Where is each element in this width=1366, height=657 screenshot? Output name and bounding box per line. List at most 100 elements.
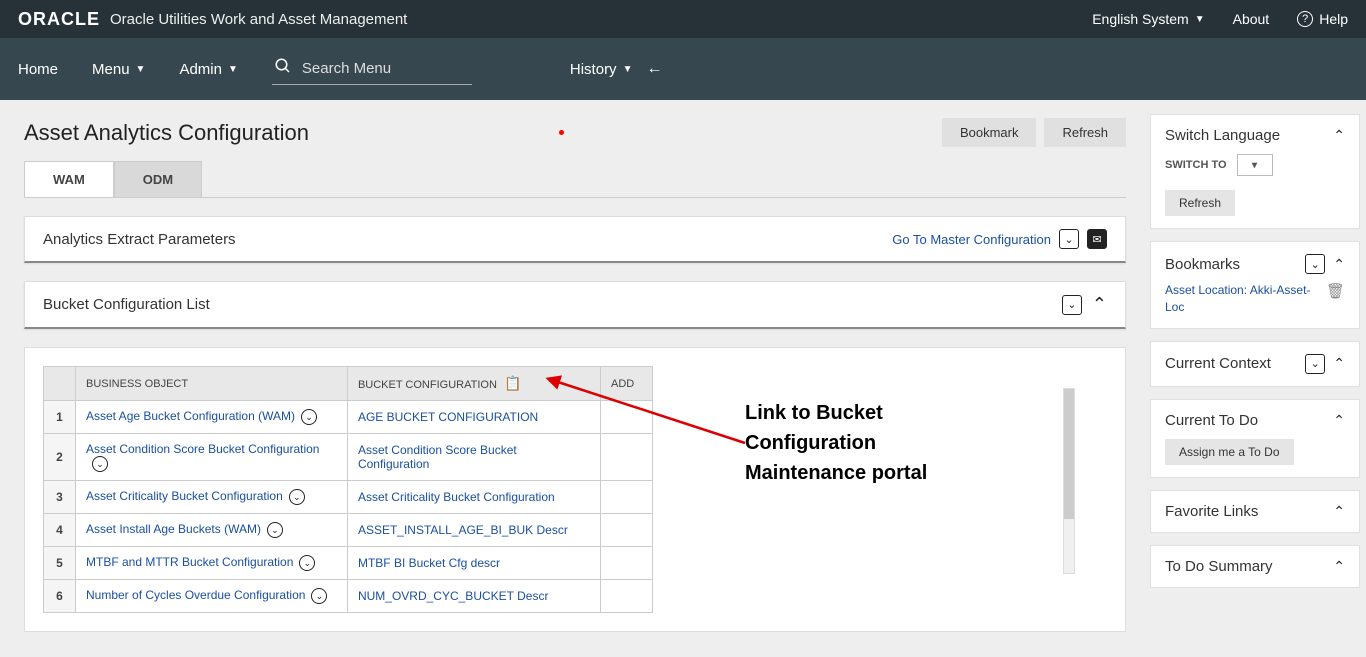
collapse-icon[interactable]: ⌃: [1092, 294, 1107, 315]
collapse-icon[interactable]: ⌃: [1333, 127, 1345, 144]
nav-menu[interactable]: Menu▼: [92, 61, 145, 78]
bucket-table: BUSINESS OBJECT BUCKET CONFIGURATION 📋 A…: [43, 366, 653, 613]
trash-icon[interactable]: 🗑: [1326, 282, 1345, 300]
panel-bucket-config-list: Bucket Configuration List ⌄ ⌃: [24, 281, 1126, 329]
panel-title: Bucket Configuration List: [43, 296, 210, 313]
business-object-link[interactable]: Asset Age Bucket Configuration (WAM): [86, 409, 295, 423]
language-select[interactable]: ▾: [1237, 154, 1273, 176]
dropdown-menu-icon[interactable]: ⌄: [1059, 229, 1079, 249]
collapse-icon[interactable]: ⌃: [1333, 558, 1345, 575]
collapse-icon[interactable]: ⌃: [1333, 355, 1345, 372]
add-cell[interactable]: [601, 547, 653, 580]
row-number: 6: [44, 580, 76, 613]
refresh-language-button[interactable]: Refresh: [1165, 190, 1235, 216]
add-cell[interactable]: [601, 514, 653, 547]
card-title: Current Context: [1165, 355, 1299, 372]
add-cell[interactable]: [601, 481, 653, 514]
bucket-config-link[interactable]: Asset Criticality Bucket Configuration: [358, 490, 555, 504]
bookmark-button[interactable]: Bookmark: [942, 118, 1037, 147]
scrollbar[interactable]: [1063, 388, 1075, 574]
help-icon: ?: [1297, 11, 1313, 27]
chevron-down-icon: ▼: [136, 64, 146, 75]
nav-history[interactable]: History▼ ←: [570, 60, 663, 78]
card-title: Current To Do: [1165, 412, 1333, 429]
search-input[interactable]: [302, 60, 470, 77]
context-menu-icon[interactable]: ⌄: [267, 522, 283, 538]
envelope-icon[interactable]: ✉: [1087, 229, 1107, 249]
business-object-link[interactable]: Number of Cycles Overdue Configuration: [86, 588, 305, 602]
context-menu-icon[interactable]: ⌄: [301, 409, 317, 425]
card-switch-language: Switch Language ⌃ SWITCH TO ▾ Refresh: [1150, 114, 1360, 229]
nav-home[interactable]: Home: [18, 61, 58, 78]
chevron-down-icon: ▼: [1195, 14, 1205, 25]
bucket-config-link[interactable]: Asset Condition Score Bucket Configurati…: [358, 443, 517, 471]
row-number: 5: [44, 547, 76, 580]
app-title: Oracle Utilities Work and Asset Manageme…: [110, 11, 407, 28]
go-to-master-config-link[interactable]: Go To Master Configuration: [892, 232, 1051, 247]
card-bookmarks: Bookmarks ⌄ ⌃ Asset Location: Akki-Asset…: [1150, 241, 1360, 329]
context-menu-icon[interactable]: ⌄: [311, 588, 327, 604]
nav-admin[interactable]: Admin▼: [179, 61, 237, 78]
business-object-link[interactable]: Asset Install Age Buckets (WAM): [86, 522, 261, 536]
bucket-table-container: BUSINESS OBJECT BUCKET CONFIGURATION 📋 A…: [24, 347, 1126, 632]
language-label: English System: [1092, 11, 1188, 27]
about-link[interactable]: About: [1233, 11, 1270, 27]
language-menu[interactable]: English System ▼: [1092, 11, 1204, 27]
add-cell[interactable]: [601, 580, 653, 613]
tab-wam[interactable]: WAM: [24, 161, 114, 197]
context-menu-icon[interactable]: ⌄: [299, 555, 315, 571]
card-title: Favorite Links: [1165, 503, 1333, 520]
collapse-icon[interactable]: ⌃: [1333, 412, 1345, 429]
row-number: 3: [44, 481, 76, 514]
business-object-link[interactable]: MTBF and MTTR Bucket Configuration: [86, 555, 293, 569]
card-current-todo: Current To Do ⌃ Assign me a To Do: [1150, 399, 1360, 478]
card-title: Switch Language: [1165, 127, 1333, 144]
oracle-logo: ORACLE: [18, 9, 100, 30]
bucket-config-link[interactable]: AGE BUCKET CONFIGURATION: [358, 410, 538, 424]
table-row: 4 Asset Install Age Buckets (WAM) ⌄ ASSET_I…: [44, 514, 653, 547]
collapse-icon[interactable]: ⌃: [1333, 256, 1345, 273]
table-row: 5 MTBF and MTTR Bucket Configuration ⌄ MTBF…: [44, 547, 653, 580]
card-favorite-links: Favorite Links ⌃: [1150, 490, 1360, 533]
dropdown-menu-icon[interactable]: ⌄: [1062, 295, 1082, 315]
help-link[interactable]: ? Help: [1297, 11, 1348, 27]
col-bucket-config: BUCKET CONFIGURATION 📋: [347, 367, 600, 401]
page-title: Asset Analytics Configuration: [24, 120, 309, 146]
chevron-down-icon: ▼: [228, 64, 238, 75]
scrollbar-thumb[interactable]: [1064, 389, 1074, 519]
search-menu-group[interactable]: [272, 53, 472, 85]
bucket-config-link[interactable]: ASSET_INSTALL_AGE_BI_BUK Descr: [358, 523, 568, 537]
collapse-icon[interactable]: ⌃: [1333, 503, 1345, 520]
tab-odm[interactable]: ODM: [114, 161, 202, 197]
search-icon: [274, 57, 292, 80]
recording-indicator-icon: [559, 130, 564, 135]
dropdown-menu-icon[interactable]: ⌄: [1305, 354, 1325, 374]
add-cell[interactable]: [601, 401, 653, 434]
add-cell[interactable]: [601, 434, 653, 481]
business-object-link[interactable]: Asset Condition Score Bucket Configurati…: [86, 442, 319, 456]
col-business-object: BUSINESS OBJECT: [76, 367, 348, 401]
tabs: WAM ODM: [24, 161, 1126, 198]
dropdown-menu-icon[interactable]: ⌄: [1305, 254, 1325, 274]
brand-bar: ORACLE Oracle Utilities Work and Asset M…: [0, 0, 1366, 38]
table-row: 2 Asset Condition Score Bucket Configurat…: [44, 434, 653, 481]
annotation-text: Link to Bucket Configuration Maintenance…: [745, 398, 927, 488]
refresh-button[interactable]: Refresh: [1044, 118, 1126, 147]
card-todo-summary: To Do Summary ⌃: [1150, 545, 1360, 588]
context-menu-icon[interactable]: ⌄: [289, 489, 305, 505]
switch-to-label: SWITCH TO: [1165, 159, 1227, 171]
row-number: 2: [44, 434, 76, 481]
row-number: 4: [44, 514, 76, 547]
business-object-link[interactable]: Asset Criticality Bucket Configuration: [86, 489, 283, 503]
table-row: 1 Asset Age Bucket Configuration (WAM) ⌄ AG…: [44, 401, 653, 434]
card-title: To Do Summary: [1165, 558, 1333, 575]
assign-todo-button[interactable]: Assign me a To Do: [1165, 439, 1294, 465]
context-menu-icon[interactable]: ⌄: [92, 456, 108, 472]
bookmark-link[interactable]: Asset Location: Akki-Asset-Loc: [1165, 282, 1318, 316]
row-number: 1: [44, 401, 76, 434]
bucket-config-link[interactable]: MTBF BI Bucket Cfg descr: [358, 556, 500, 570]
bucket-config-link[interactable]: NUM_OVRD_CYC_BUCKET Descr: [358, 589, 548, 603]
chevron-down-icon: ▼: [623, 64, 633, 75]
clipboard-icon[interactable]: 📋: [504, 375, 521, 392]
back-arrow-icon[interactable]: ←: [646, 60, 662, 78]
